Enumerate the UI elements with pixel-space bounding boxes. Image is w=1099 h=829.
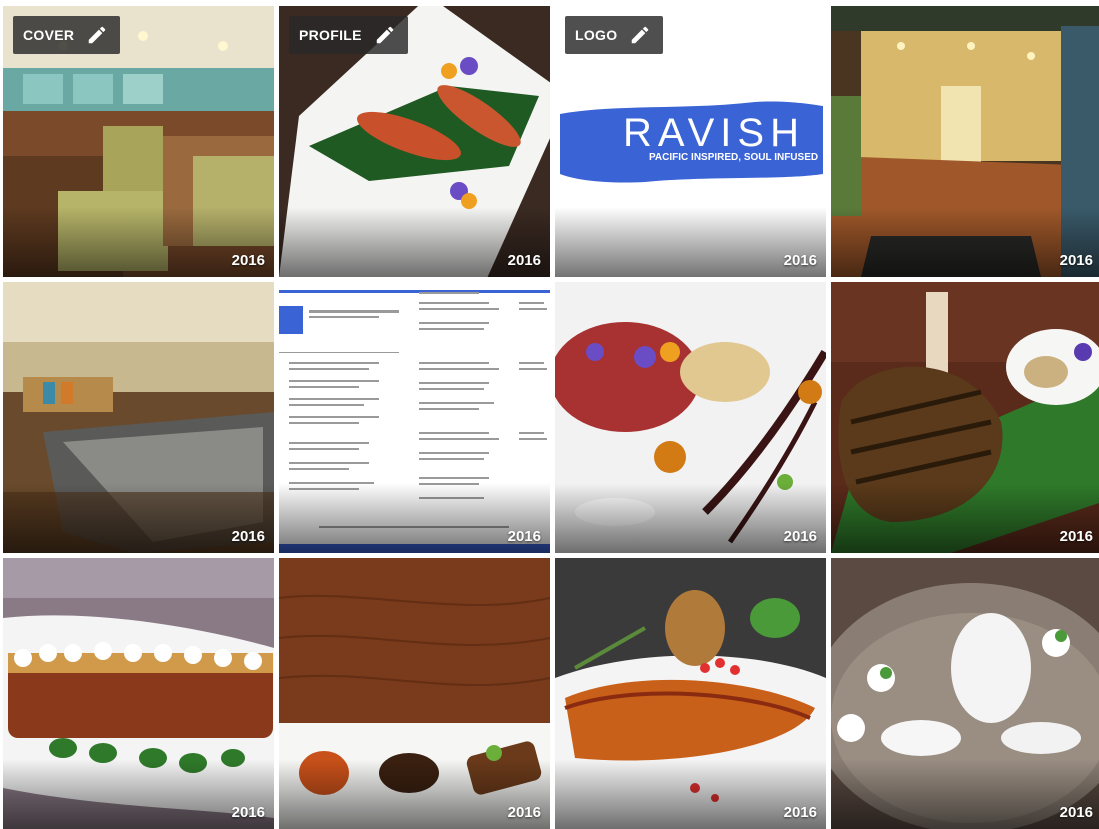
- pencil-icon[interactable]: [629, 24, 651, 46]
- pencil-icon[interactable]: [86, 24, 108, 46]
- year-label: 2016: [1059, 252, 1093, 269]
- logo-badge-label: LOGO: [575, 27, 618, 43]
- year-label: 2016: [507, 528, 541, 545]
- photo-tile[interactable]: 2016: [3, 282, 274, 553]
- year-label: 2016: [231, 528, 265, 545]
- profile-badge[interactable]: PROFILE: [289, 16, 408, 54]
- logo-tagline: PACIFIC INSPIRED, SOUL INFUSED: [649, 152, 819, 163]
- photo-tile-cover[interactable]: COVER 2016: [3, 6, 274, 277]
- year-label: 2016: [783, 528, 817, 545]
- photo-tile[interactable]: 2016: [3, 558, 274, 829]
- photo-grid: COVER 2016 PROFILE 2016 RAVISH PACIFIC I…: [3, 6, 1099, 829]
- year-label: 2016: [783, 252, 817, 269]
- year-label: 2016: [783, 804, 817, 821]
- pencil-icon[interactable]: [374, 24, 396, 46]
- photo-tile[interactable]: 2016: [831, 558, 1099, 829]
- photo-tile-profile[interactable]: PROFILE 2016: [279, 6, 550, 277]
- year-label: 2016: [507, 252, 541, 269]
- photo-tile[interactable]: 2016: [279, 558, 550, 829]
- photo-tile[interactable]: 2016: [279, 282, 550, 553]
- year-label: 2016: [1059, 528, 1093, 545]
- photo-tile[interactable]: 2016: [831, 6, 1099, 277]
- year-label: 2016: [231, 252, 265, 269]
- cover-badge-label: COVER: [23, 27, 75, 43]
- year-label: 2016: [1059, 804, 1093, 821]
- logo-name: RAVISH: [623, 111, 805, 155]
- logo-badge[interactable]: LOGO: [565, 16, 664, 54]
- photo-tile-logo[interactable]: RAVISH PACIFIC INSPIRED, SOUL INFUSED LO…: [555, 6, 826, 277]
- photo-tile[interactable]: 2016: [555, 558, 826, 829]
- year-label: 2016: [507, 804, 541, 821]
- cover-badge[interactable]: COVER: [13, 16, 121, 54]
- year-label: 2016: [231, 804, 265, 821]
- photo-tile[interactable]: 2016: [555, 282, 826, 553]
- profile-badge-label: PROFILE: [299, 27, 362, 43]
- photo-tile[interactable]: 2016: [831, 282, 1099, 553]
